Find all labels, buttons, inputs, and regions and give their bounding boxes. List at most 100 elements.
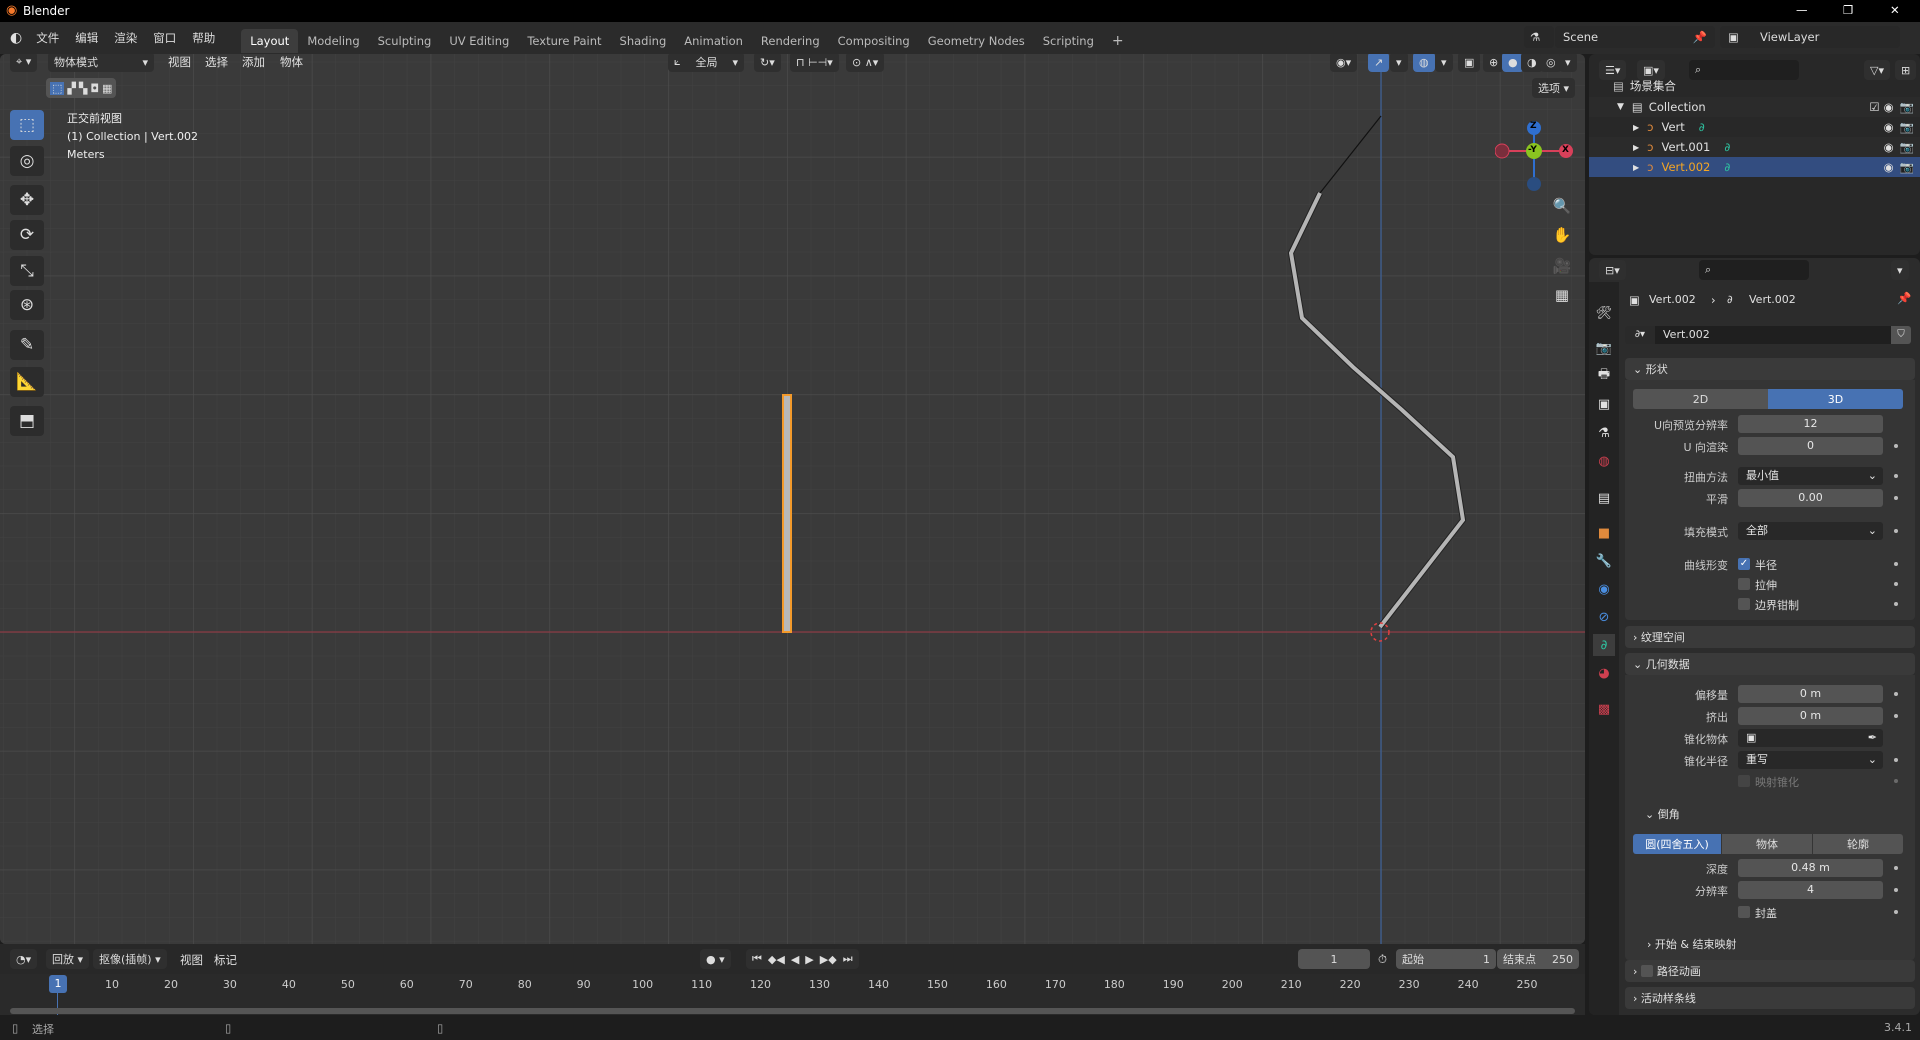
bevel-resolution-field[interactable]: 4: [1738, 881, 1883, 899]
panel-active-spline-header[interactable]: › 活动样条线: [1625, 987, 1915, 1009]
scene-tab-icon[interactable]: ⚗: [1593, 422, 1615, 444]
camera-icon[interactable]: 📷: [1900, 100, 1914, 114]
menu-render[interactable]: 渲染: [106, 30, 145, 46]
dim-2d-button[interactable]: 2D: [1633, 389, 1768, 409]
cursor-tool[interactable]: ◎: [10, 146, 44, 176]
texture-tab-icon[interactable]: ▩: [1593, 698, 1615, 720]
pin-icon[interactable]: 📌: [1897, 291, 1911, 305]
visibility-button[interactable]: ◉▾: [1330, 54, 1358, 72]
taper-radius-dropdown[interactable]: 重写 ⌄: [1738, 751, 1883, 769]
scale-tool[interactable]: ⤡: [10, 256, 44, 286]
camera-icon[interactable]: 📷: [1900, 160, 1914, 174]
close-button[interactable]: ✕: [1890, 3, 1900, 17]
outliner-item[interactable]: ▶ ↄ Vert ∂ ◉ 📷: [1589, 117, 1920, 137]
gizmo-dropdown[interactable]: ▾: [1390, 54, 1408, 72]
tab-rendering[interactable]: Rendering: [752, 29, 829, 53]
zoom-icon[interactable]: 🔍: [1548, 193, 1576, 219]
fake-user-shield-icon[interactable]: ⛉: [1891, 326, 1911, 344]
select-new-icon[interactable]: ⬚: [50, 81, 65, 95]
play-reverse-icon[interactable]: ◀: [791, 953, 799, 966]
eye-icon[interactable]: ◉: [1884, 100, 1894, 114]
bevel-mode-round[interactable]: 圆(四舍五入): [1633, 834, 1721, 854]
start-end-mapping-header[interactable]: › 开始 & 结束映射: [1647, 936, 1736, 952]
playhead[interactable]: 1: [49, 975, 67, 993]
restore-button[interactable]: ❐: [1843, 3, 1853, 17]
start-frame-field[interactable]: 起始 1: [1396, 949, 1496, 969]
pin-icon[interactable]: 📌: [1693, 30, 1707, 44]
material-tab-icon[interactable]: ◕: [1593, 662, 1615, 684]
datablock-name-field[interactable]: Vert.002: [1655, 326, 1891, 344]
bounds-clamp-checkbox[interactable]: [1738, 598, 1750, 610]
select-intersect-icon[interactable]: ▦: [102, 82, 112, 95]
preview-u-field[interactable]: 12: [1738, 415, 1883, 433]
keyframe-dot[interactable]: [1894, 496, 1898, 500]
tab-animation[interactable]: Animation: [675, 29, 752, 53]
properties-options[interactable]: ▾: [1891, 260, 1909, 280]
keyframe-dot[interactable]: [1894, 562, 1898, 566]
keyframe-dot[interactable]: [1894, 866, 1898, 870]
jump-start-icon[interactable]: ⏮: [752, 952, 762, 966]
tab-scripting[interactable]: Scripting: [1034, 29, 1103, 53]
offset-field[interactable]: 0 m: [1738, 685, 1883, 703]
expand-toggle-icon[interactable]: ▼: [1617, 102, 1624, 112]
tab-sculpting[interactable]: Sculpting: [369, 29, 441, 53]
bevel-subpanel-header[interactable]: ⌄ 倒角: [1645, 806, 1680, 822]
bevel-depth-field[interactable]: 0.48 m: [1738, 859, 1883, 877]
radius-checkbox[interactable]: ✓: [1738, 558, 1750, 570]
blender-menu-icon[interactable]: ◐: [0, 30, 28, 46]
gizmo-y-label[interactable]: -Y: [1528, 145, 1537, 155]
overlay-toggle[interactable]: ◍: [1413, 54, 1435, 72]
bevel-mode-profile[interactable]: 轮廓: [1813, 834, 1903, 854]
twist-method-dropdown[interactable]: 最小值 ⌄: [1738, 467, 1883, 485]
keyframe-dot[interactable]: [1894, 888, 1898, 892]
prev-keyframe-icon[interactable]: ◆◀: [768, 953, 785, 966]
timeline-view-menu[interactable]: 视图: [180, 952, 203, 968]
menu-view[interactable]: 视图: [168, 54, 191, 70]
play-icon[interactable]: ▶: [805, 953, 813, 966]
menu-add[interactable]: 添加: [242, 54, 265, 70]
options-dropdown[interactable]: 选项 ▾: [1532, 78, 1576, 98]
object-tab-icon[interactable]: ■: [1593, 522, 1615, 544]
render-tab-icon[interactable]: 📷: [1593, 337, 1615, 359]
menu-edit[interactable]: 编辑: [67, 30, 106, 46]
camera-icon[interactable]: 📷: [1900, 140, 1914, 154]
select-extend-icon[interactable]: ▞: [67, 82, 75, 95]
proportional-edit-button[interactable]: ⊙ ∧▾: [846, 54, 885, 72]
datablock-type-dropdown[interactable]: ∂▾: [1625, 326, 1655, 344]
minimize-button[interactable]: —: [1796, 3, 1808, 17]
viewport-canvas[interactable]: [0, 54, 1585, 944]
smooth-field[interactable]: 0.00: [1738, 489, 1883, 507]
add-cube-tool[interactable]: ⬒: [10, 406, 44, 436]
fill-caps-checkbox[interactable]: [1738, 906, 1750, 918]
tab-geometry-nodes[interactable]: Geometry Nodes: [919, 29, 1034, 53]
outliner-collection[interactable]: ▼ ▤ Collection ☑ ◉ 📷: [1589, 97, 1920, 117]
xray-toggle[interactable]: ▣: [1458, 54, 1481, 72]
shading-dropdown[interactable]: ▾: [1559, 54, 1577, 72]
panel-texture-space-header[interactable]: › 纹理空间: [1625, 626, 1915, 648]
keyframe-dot[interactable]: [1894, 602, 1898, 606]
tab-layout[interactable]: Layout: [241, 29, 299, 53]
keyframe-dot[interactable]: [1894, 714, 1898, 718]
eye-icon[interactable]: ◉: [1884, 120, 1894, 134]
camera-icon[interactable]: 📷: [1900, 120, 1914, 134]
pivot-point-button[interactable]: ↻▾: [754, 54, 781, 72]
preview-range-icon[interactable]: ⏱: [1378, 952, 1387, 967]
view-layer-tab-icon[interactable]: ▣: [1593, 393, 1615, 415]
select-invert-icon[interactable]: ◘: [90, 82, 99, 95]
outliner-scene-collection[interactable]: ▤ 场景集合: [1589, 76, 1920, 96]
bevel-mode-object[interactable]: 物体: [1722, 834, 1812, 854]
curve-data-tab-icon[interactable]: ∂: [1593, 634, 1615, 656]
properties-editor-type[interactable]: ⊟▾: [1599, 260, 1626, 280]
keyframe-dot[interactable]: [1894, 529, 1898, 533]
menu-window[interactable]: 窗口: [145, 30, 184, 46]
keying-menu[interactable]: 抠像(插帧) ▾: [93, 949, 167, 969]
current-frame-field[interactable]: 1: [1298, 949, 1370, 969]
keyframe-dot[interactable]: [1894, 910, 1898, 914]
panel-shape-header[interactable]: ⌄ 形状: [1625, 358, 1915, 380]
fill-mode-dropdown[interactable]: 全部 ⌄: [1738, 522, 1883, 540]
end-frame-field[interactable]: 结束点 250: [1497, 949, 1579, 969]
pan-hand-icon[interactable]: ✋: [1548, 222, 1576, 248]
extrude-field[interactable]: 0 m: [1738, 707, 1883, 725]
keyframe-dot[interactable]: [1894, 758, 1898, 762]
eye-icon[interactable]: ◉: [1884, 140, 1894, 154]
